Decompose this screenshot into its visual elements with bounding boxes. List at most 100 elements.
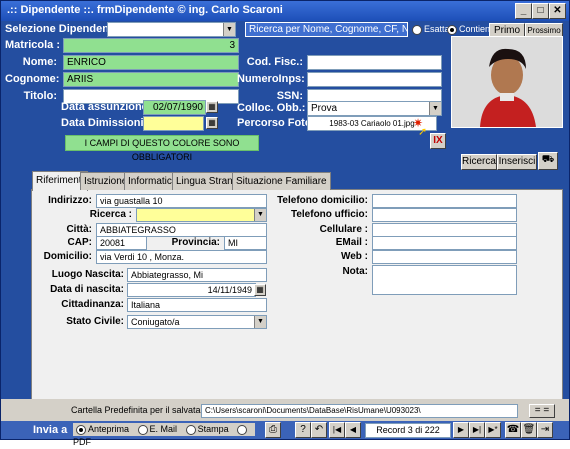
maximize-button[interactable]: □	[532, 3, 549, 19]
nome-label: Nome:	[22, 56, 57, 68]
codfisc-field[interactable]	[307, 55, 442, 70]
titolo-label: Titolo:	[23, 90, 57, 102]
web-label: Web :	[340, 251, 368, 262]
clear-photo-button[interactable]: IX	[430, 133, 446, 149]
assunzione-field[interactable]: 02/07/1990	[143, 100, 206, 115]
codfisc-label: Cod. Fisc.:	[246, 56, 303, 68]
cognome-field[interactable]: ARIIS	[63, 72, 239, 87]
cartella-field[interactable]: C:\Users\scaroni\Documents\DataBase\RisU…	[201, 404, 518, 418]
next-record-icon[interactable]: ▶	[453, 422, 469, 438]
exit-icon[interactable]: ⇥	[537, 422, 553, 438]
contiene-radio[interactable]: Contiene	[447, 24, 495, 35]
search-input[interactable]: Ricerca per Nome, Cognome, CF, Num_INPS	[245, 22, 408, 37]
data-nascita-field[interactable]: 14/11/1949	[127, 283, 256, 297]
chevron-down-icon: ▼	[254, 316, 266, 328]
preview-icon[interactable]: ⎙	[265, 422, 281, 438]
title-bar: .:: Dipendente ::. frmDipendente © ing. …	[1, 1, 569, 21]
calendar-icon[interactable]: ▦	[206, 101, 218, 113]
indirizzo-field[interactable]: via guastalla 10	[96, 194, 267, 208]
cellulare-label: Cellulare :	[319, 224, 368, 235]
prev-record-icon[interactable]: ◀	[345, 422, 361, 438]
citta-label: Città:	[66, 224, 92, 235]
new-record-icon[interactable]: ▶*	[485, 422, 501, 438]
stato-civile-label: Stato Civile:	[66, 316, 124, 327]
colloc-label: Colloc. Obb.:	[237, 102, 306, 114]
esatta-radio[interactable]: Esatta	[412, 24, 450, 35]
dimissioni-label: Data Dimissioni:	[61, 117, 148, 129]
calendar-icon[interactable]: ▦	[206, 117, 218, 129]
ricerca-label: Ricerca :	[89, 209, 132, 220]
close-button[interactable]: ✕	[549, 3, 566, 19]
inserisci-button[interactable]: Inserisci	[497, 154, 537, 170]
chevron-down-icon: ▼	[429, 102, 441, 115]
indirizzo-label: Indirizzo:	[48, 195, 92, 206]
chevron-down-icon: ▼	[223, 23, 235, 36]
cartella-browse-button[interactable]: = =	[529, 404, 555, 418]
percorso-label: Percorso Foto:	[237, 117, 316, 129]
last-record-icon[interactable]: ▶|	[469, 422, 485, 438]
tel-domicilio-field[interactable]	[372, 194, 517, 208]
cittadinanza-label: Cittadinanza:	[61, 299, 124, 310]
numinps-label: NumeroInps:	[237, 73, 305, 85]
radio-icon	[137, 424, 148, 435]
email-field[interactable]	[372, 236, 517, 250]
provincia-field[interactable]: MI	[224, 236, 267, 250]
cittadinanza-field[interactable]: Italiana	[127, 298, 267, 312]
radio-selected-icon	[447, 24, 457, 35]
domicilio-field[interactable]: via Verdi 10 , Monza.	[96, 250, 267, 264]
cognome-label: Cognome:	[5, 73, 60, 85]
invia-options: Anteprima E. Mail Stampa PDF	[73, 423, 255, 447]
tel-domicilio-label: Telefono domicilio:	[277, 195, 368, 206]
luogo-nascita-field[interactable]: Abbiategrasso, Mi	[127, 268, 267, 282]
stampa-radio[interactable]: Stampa	[185, 424, 229, 435]
nome-field[interactable]: ENRICO	[63, 55, 239, 70]
cap-label: CAP:	[67, 237, 92, 248]
email-radio[interactable]: E. Mail	[137, 424, 177, 435]
ricerca-citta-dropdown[interactable]: ▼	[136, 208, 267, 222]
radio-icon	[185, 424, 196, 435]
nota-field[interactable]	[372, 265, 517, 295]
assunzione-label: Data assunzione:	[61, 101, 152, 113]
tel-ufficio-label: Telefono ufficio:	[290, 209, 368, 220]
numinps-field[interactable]	[307, 72, 442, 87]
selezione-label: Selezione Dipendente :	[5, 23, 126, 35]
mandatory-note: I CAMPI DI QUESTO COLORE SONO OBBLIGATOR…	[65, 135, 259, 162]
phone-icon[interactable]: ☎	[505, 422, 521, 438]
web-field[interactable]	[372, 250, 517, 264]
anteprima-radio[interactable]: Anteprima	[76, 424, 129, 435]
cap-field[interactable]: 20081	[96, 236, 147, 250]
tab-situazione-familiare[interactable]: Situazione Familiare	[232, 172, 331, 190]
invia-label: Invia a	[33, 424, 68, 436]
ricerca-button[interactable]: Ricerca	[461, 154, 497, 170]
provincia-label: Provincia:	[171, 237, 220, 248]
stato-civile-dropdown[interactable]: Coniugato/a ▼	[127, 315, 267, 329]
person-photo-icon	[452, 37, 562, 127]
window-title: .:: Dipendente ::. frmDipendente © ing. …	[7, 4, 283, 16]
undo-icon[interactable]: ↶	[311, 422, 327, 438]
luogo-nascita-label: Luogo Nascita:	[51, 269, 124, 280]
app-window: .:: Dipendente ::. frmDipendente © ing. …	[0, 0, 570, 447]
colloc-dropdown[interactable]: Prova ▼	[307, 101, 442, 116]
bottom-toolbar: Invia a Anteprima E. Mail Stampa PDF ⎙ ?…	[1, 421, 569, 447]
vehicle-icon[interactable]: ⛟	[538, 152, 558, 170]
tel-ufficio-field[interactable]	[372, 208, 517, 222]
help-icon[interactable]: ?	[295, 422, 311, 438]
radio-icon	[412, 24, 422, 35]
cursor-icon: ➚	[418, 126, 428, 138]
delete-icon[interactable]: 🗑	[521, 422, 537, 438]
record-counter: Record 3 di 222	[365, 423, 451, 438]
cartella-label: Cartella Predefinita per il salvataggio …	[71, 405, 223, 415]
radio-selected-icon	[76, 424, 86, 435]
minimize-button[interactable]: _	[515, 3, 532, 19]
citta-field[interactable]: ABBIATEGRASSO	[96, 223, 267, 237]
dimissioni-field[interactable]	[143, 116, 204, 131]
cellulare-field[interactable]	[372, 223, 517, 237]
selezione-dropdown[interactable]: ▼	[107, 22, 236, 37]
chevron-down-icon: ▼	[254, 209, 266, 221]
data-nascita-label: Data di nascita:	[50, 284, 124, 295]
matricola-field[interactable]: 3	[63, 38, 239, 53]
domicilio-label: Domicilio:	[43, 251, 92, 262]
footer-bar: Cartella Predefinita per il salvataggio …	[1, 399, 569, 447]
calendar-icon[interactable]: ▦	[254, 284, 266, 296]
first-record-icon[interactable]: |◀	[329, 422, 345, 438]
